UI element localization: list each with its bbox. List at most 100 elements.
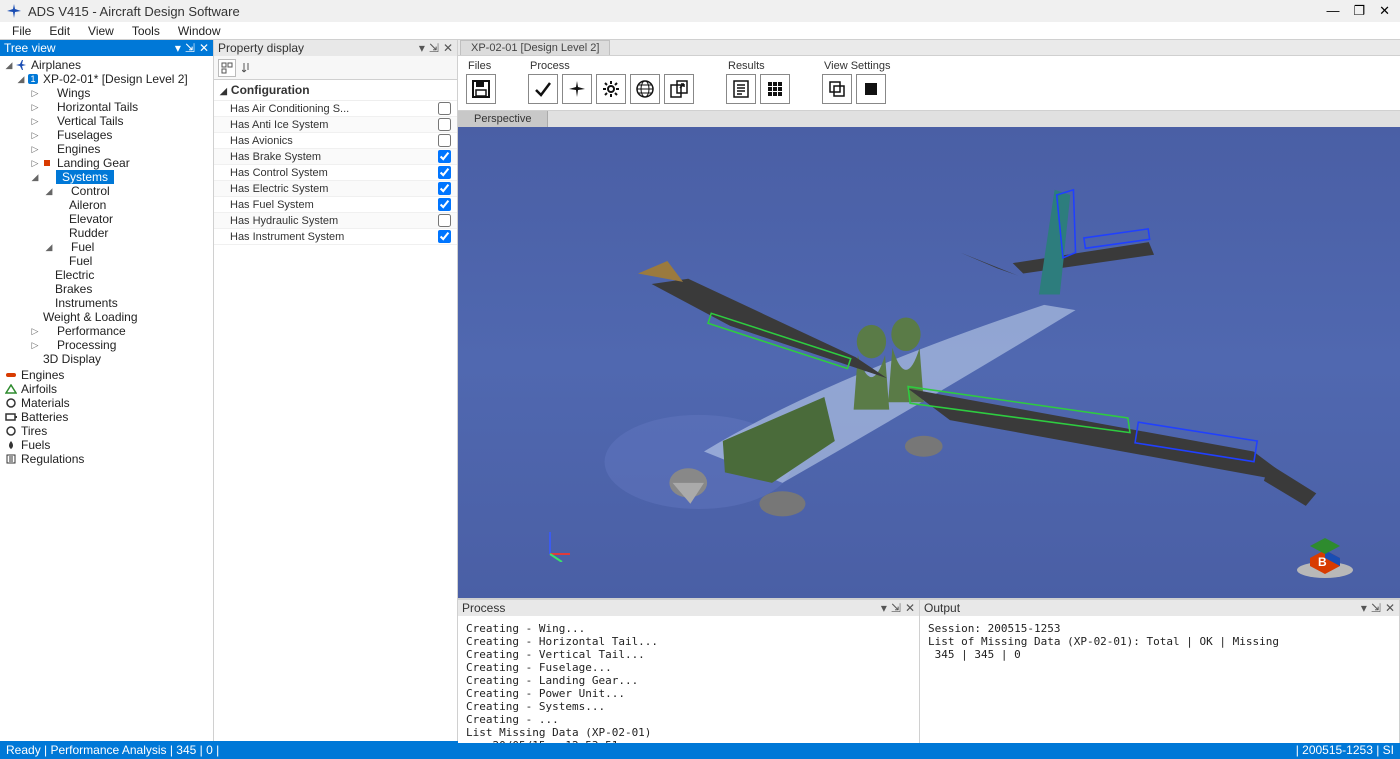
tree-lib-fuels[interactable]: Fuels bbox=[2, 438, 213, 452]
tree-3ddisplay[interactable]: 3D Display bbox=[2, 352, 213, 366]
expand-icon[interactable]: ◢ bbox=[44, 242, 54, 253]
tree-aileron[interactable]: Aileron bbox=[2, 198, 213, 212]
check-button[interactable] bbox=[528, 74, 558, 104]
prop-categorize-button[interactable] bbox=[218, 59, 236, 77]
tree-content[interactable]: ◢ Airplanes ◢ 1 XP-02-01* [Design Level … bbox=[0, 56, 213, 741]
save-button[interactable] bbox=[466, 74, 496, 104]
process-log[interactable]: Creating - Wing... Creating - Horizontal… bbox=[458, 616, 919, 743]
output-dropdown-icon[interactable]: ▾ bbox=[1361, 601, 1367, 615]
prop-row-1[interactable]: Has Anti Ice System bbox=[214, 117, 457, 133]
prop-checkbox[interactable] bbox=[438, 166, 451, 179]
tree-instruments[interactable]: Instruments bbox=[2, 296, 213, 310]
prop-row-5[interactable]: Has Electric System bbox=[214, 181, 457, 197]
output-log[interactable]: Session: 200515-1253 List of Missing Dat… bbox=[920, 616, 1399, 743]
tree-rudder[interactable]: Rudder bbox=[2, 226, 213, 240]
process-pin-icon[interactable]: ⇲ bbox=[891, 601, 901, 615]
tree-engines[interactable]: ▷Engines bbox=[2, 142, 213, 156]
tree-dropdown-icon[interactable]: ▾ bbox=[175, 41, 181, 55]
prop-row-8[interactable]: Has Instrument System bbox=[214, 229, 457, 245]
tree-root[interactable]: ◢ Airplanes bbox=[2, 58, 213, 72]
tree-fuel[interactable]: ◢Fuel bbox=[2, 240, 213, 254]
menu-window[interactable]: Window bbox=[170, 22, 229, 40]
grid-button[interactable] bbox=[760, 74, 790, 104]
globe-button[interactable] bbox=[630, 74, 660, 104]
expand-icon[interactable]: ◢ bbox=[4, 60, 14, 71]
aircraft-button[interactable] bbox=[562, 74, 592, 104]
expand-icon[interactable]: ▷ bbox=[30, 158, 40, 169]
nav-cube[interactable]: B bbox=[1290, 524, 1360, 580]
expand-icon[interactable]: ▷ bbox=[30, 88, 40, 99]
process-close-icon[interactable]: ✕ bbox=[905, 601, 915, 615]
expand-icon[interactable]: ▷ bbox=[30, 102, 40, 113]
prop-checkbox[interactable] bbox=[438, 182, 451, 195]
tree-control[interactable]: ◢Control bbox=[2, 184, 213, 198]
prop-checkbox[interactable] bbox=[438, 214, 451, 227]
menu-view[interactable]: View bbox=[80, 22, 122, 40]
tree-landing-gear[interactable]: ▷Landing Gear bbox=[2, 156, 213, 170]
tree-lib-engines[interactable]: Engines bbox=[2, 368, 213, 382]
prop-row-2[interactable]: Has Avionics bbox=[214, 133, 457, 149]
tree-performance[interactable]: ▷Performance bbox=[2, 324, 213, 338]
wireframe-button[interactable] bbox=[822, 74, 852, 104]
prop-close-icon[interactable]: ✕ bbox=[443, 41, 453, 55]
menu-tools[interactable]: Tools bbox=[124, 22, 168, 40]
gear-button[interactable] bbox=[596, 74, 626, 104]
expand-icon[interactable]: ◢ bbox=[44, 186, 54, 197]
tree-close-icon[interactable]: ✕ bbox=[199, 41, 209, 55]
prop-sort-button[interactable] bbox=[239, 59, 257, 77]
prop-checkbox[interactable] bbox=[438, 150, 451, 163]
3d-viewport[interactable]: B bbox=[458, 127, 1400, 598]
expand-icon[interactable]: ◢ bbox=[16, 74, 26, 85]
tree-lib-materials[interactable]: Materials bbox=[2, 396, 213, 410]
tree-htails[interactable]: ▷Horizontal Tails bbox=[2, 100, 213, 114]
prop-row-0[interactable]: Has Air Conditioning S... bbox=[214, 101, 457, 117]
tree-fuselages[interactable]: ▷Fuselages bbox=[2, 128, 213, 142]
solid-button[interactable] bbox=[856, 74, 886, 104]
menu-edit[interactable]: Edit bbox=[41, 22, 78, 40]
export-button[interactable] bbox=[664, 74, 694, 104]
doc-tab[interactable]: XP-02-01 [Design Level 2] bbox=[460, 40, 610, 55]
prop-row-4[interactable]: Has Control System bbox=[214, 165, 457, 181]
prop-checkbox[interactable] bbox=[438, 118, 451, 131]
expand-icon[interactable]: ▷ bbox=[30, 340, 40, 351]
expand-icon[interactable]: ◢ bbox=[30, 172, 40, 183]
tree-lib-batteries[interactable]: Batteries bbox=[2, 410, 213, 424]
prop-checkbox[interactable] bbox=[438, 230, 451, 243]
tree-systems[interactable]: ◢Systems bbox=[2, 170, 213, 184]
output-close-icon[interactable]: ✕ bbox=[1385, 601, 1395, 615]
tree-fuel-child[interactable]: Fuel bbox=[2, 254, 213, 268]
prop-checkbox[interactable] bbox=[438, 102, 451, 115]
tree-elevator[interactable]: Elevator bbox=[2, 212, 213, 226]
tree-lib-regulations[interactable]: Regulations bbox=[2, 452, 213, 466]
prop-checkbox[interactable] bbox=[438, 134, 451, 147]
minimize-button[interactable]: — bbox=[1326, 3, 1339, 19]
restore-button[interactable]: ❐ bbox=[1353, 3, 1365, 19]
prop-row-3[interactable]: Has Brake System bbox=[214, 149, 457, 165]
prop-pin-icon[interactable]: ⇲ bbox=[429, 41, 439, 55]
tree-lib-airfoils[interactable]: Airfoils bbox=[2, 382, 213, 396]
tree-lib-tires[interactable]: Tires bbox=[2, 424, 213, 438]
prop-row-7[interactable]: Has Hydraulic System bbox=[214, 213, 457, 229]
expand-icon[interactable]: ▷ bbox=[30, 116, 40, 127]
tree-brakes[interactable]: Brakes bbox=[2, 282, 213, 296]
tree-processing[interactable]: ▷Processing bbox=[2, 338, 213, 352]
tree-wings[interactable]: ▷Wings bbox=[2, 86, 213, 100]
expand-icon[interactable]: ▷ bbox=[30, 326, 40, 337]
expand-icon[interactable]: ▷ bbox=[30, 144, 40, 155]
tree-project[interactable]: ◢ 1 XP-02-01* [Design Level 2] bbox=[2, 72, 213, 86]
tree-vtails[interactable]: ▷Vertical Tails bbox=[2, 114, 213, 128]
prop-dropdown-icon[interactable]: ▾ bbox=[419, 41, 425, 55]
expand-icon[interactable]: ▷ bbox=[30, 130, 40, 141]
tree-pin-icon[interactable]: ⇲ bbox=[185, 41, 195, 55]
prop-checkbox[interactable] bbox=[438, 198, 451, 211]
menu-file[interactable]: File bbox=[4, 22, 39, 40]
output-pin-icon[interactable]: ⇲ bbox=[1371, 601, 1381, 615]
process-dropdown-icon[interactable]: ▾ bbox=[881, 601, 887, 615]
close-button[interactable]: ✕ bbox=[1379, 3, 1390, 19]
tree-weight[interactable]: Weight & Loading bbox=[2, 310, 213, 324]
tree-electric[interactable]: Electric bbox=[2, 268, 213, 282]
report-button[interactable] bbox=[726, 74, 756, 104]
prop-section-header[interactable]: ◢Configuration bbox=[214, 80, 457, 101]
view-tab-perspective[interactable]: Perspective bbox=[458, 111, 548, 127]
prop-row-6[interactable]: Has Fuel System bbox=[214, 197, 457, 213]
